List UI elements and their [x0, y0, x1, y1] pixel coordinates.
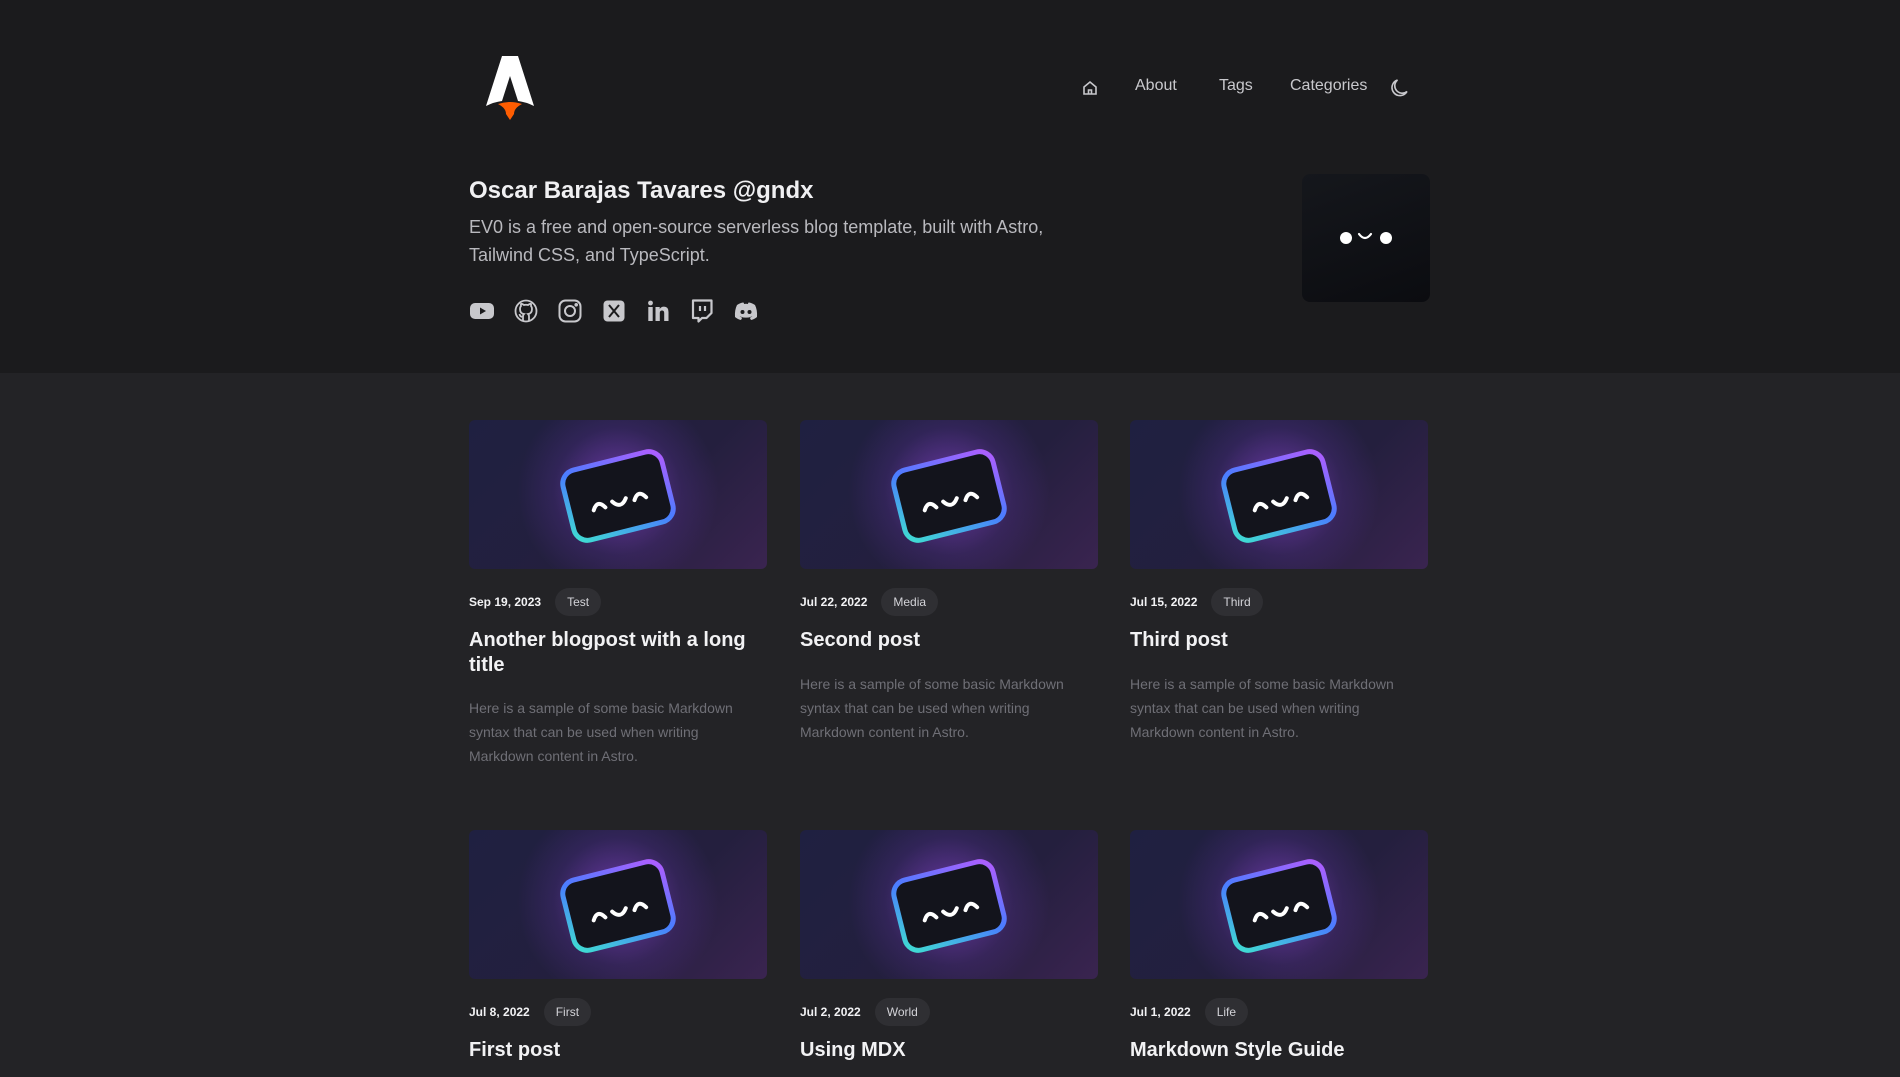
post-tag[interactable]: First — [543, 998, 592, 1026]
astro-mascot-icon — [891, 449, 1007, 543]
post-title[interactable]: Using MDX — [800, 1038, 1098, 1063]
post-thumbnail[interactable] — [1130, 420, 1428, 569]
nav-link-tags[interactable]: Tags — [1219, 77, 1253, 95]
linkedin-icon[interactable] — [645, 298, 671, 324]
post-tag[interactable]: Third — [1211, 588, 1263, 616]
github-icon[interactable] — [513, 298, 539, 324]
post-tag[interactable]: World — [874, 998, 930, 1026]
twitch-icon[interactable] — [689, 298, 715, 324]
post-date: Jul 2, 2022 — [800, 1005, 861, 1019]
avatar-eye-left — [1340, 232, 1352, 244]
post-meta: Jul 2, 2022 World — [800, 998, 930, 1026]
x-icon[interactable] — [601, 298, 627, 324]
post-thumbnail[interactable] — [1130, 830, 1428, 979]
avatar — [1302, 174, 1430, 302]
nav-link-about[interactable]: About — [1135, 77, 1177, 95]
post-title[interactable]: Markdown Style Guide — [1130, 1038, 1428, 1063]
post-meta: Jul 22, 2022 Media — [800, 588, 939, 616]
astro-mascot-icon — [891, 859, 1007, 953]
youtube-icon[interactable] — [469, 298, 495, 324]
post-title[interactable]: Another blogpost with a long title — [469, 628, 767, 678]
post-excerpt: Here is a sample of some basic Markdown … — [469, 700, 733, 764]
post-date: Jul 1, 2022 — [1130, 1005, 1191, 1019]
astro-mascot-icon — [560, 859, 676, 953]
home-icon[interactable] — [1080, 78, 1100, 98]
astro-mascot-icon — [1221, 449, 1337, 543]
moon-icon[interactable] — [1388, 76, 1412, 100]
post-meta: Jul 1, 2022 Life — [1130, 998, 1249, 1026]
post-tag[interactable]: Test — [555, 588, 602, 616]
avatar-eye-right — [1380, 232, 1392, 244]
post-tag[interactable]: Media — [881, 588, 939, 616]
site-header: About Tags Categories Oscar Barajas Tava… — [0, 0, 1900, 373]
post-title[interactable]: Second post — [800, 628, 1098, 653]
post-title[interactable]: Third post — [1130, 628, 1428, 653]
post-meta: Jul 15, 2022 Third — [1130, 588, 1263, 616]
post-title[interactable]: First post — [469, 1038, 767, 1063]
post-thumbnail[interactable] — [469, 830, 767, 979]
nav-link-categories[interactable]: Categories — [1290, 77, 1367, 95]
post-excerpt: Here is a sample of some basic Markdown … — [1130, 676, 1394, 740]
post-date: Jul 15, 2022 — [1130, 595, 1198, 609]
post-meta: Jul 8, 2022 First — [469, 998, 592, 1026]
post-date: Jul 8, 2022 — [469, 1005, 530, 1019]
instagram-icon[interactable] — [557, 298, 583, 324]
discord-icon[interactable] — [733, 298, 759, 324]
post-thumbnail[interactable] — [469, 420, 767, 569]
post-excerpt: Here is a sample of some basic Markdown … — [800, 676, 1064, 740]
post-tag[interactable]: Life — [1204, 998, 1249, 1026]
post-date: Sep 19, 2023 — [469, 595, 542, 609]
avatar-mouth-icon — [1357, 232, 1373, 240]
astro-mascot-icon — [1221, 859, 1337, 953]
profile-bio: EV0 is a free and open-source serverless… — [469, 217, 1044, 265]
profile-name: Oscar Barajas Tavares @gndx — [469, 177, 814, 204]
post-thumbnail[interactable] — [800, 420, 1098, 569]
post-date: Jul 22, 2022 — [800, 595, 868, 609]
post-thumbnail[interactable] — [800, 830, 1098, 979]
astro-mascot-icon — [560, 449, 676, 543]
post-meta: Sep 19, 2023 Test — [469, 588, 602, 616]
astro-logo-icon[interactable] — [484, 54, 536, 120]
